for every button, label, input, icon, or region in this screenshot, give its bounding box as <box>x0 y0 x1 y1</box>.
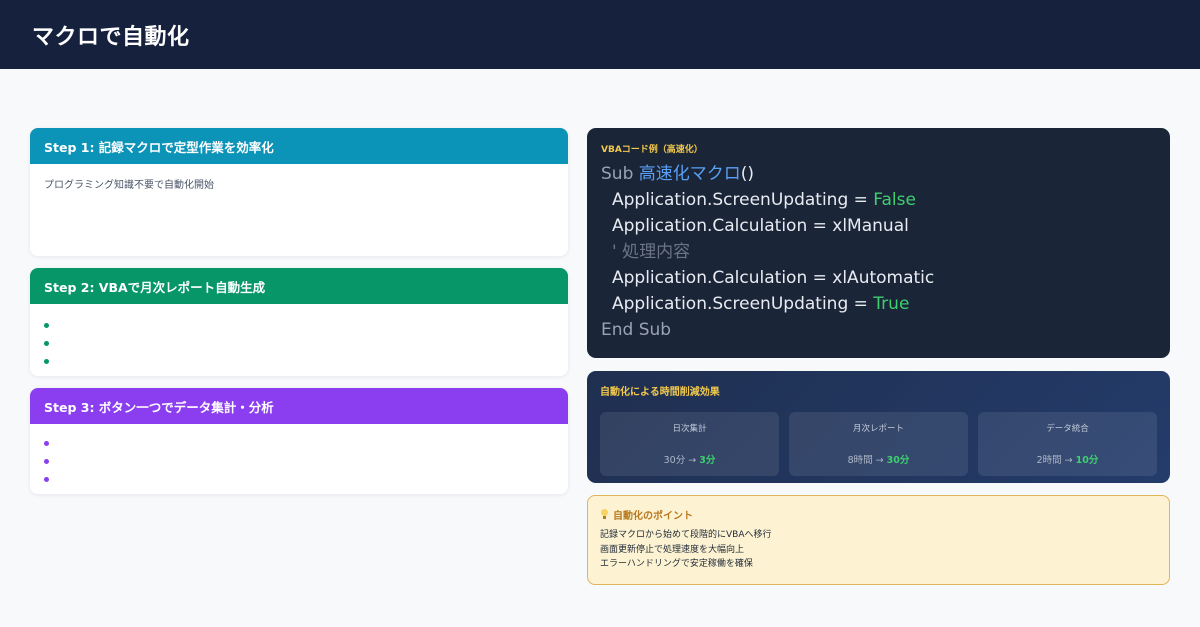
metric-value: 8時間 → 30分 <box>789 452 968 466</box>
code-function-name: 高速化マクロ <box>638 164 741 184</box>
list-item: 画面更新停止で処理速度を大幅向上 <box>600 544 745 555</box>
list-item: 記録マクロから始めて段階的にVBAへ移行 <box>600 530 772 540</box>
vba-code-card: VBAコード例（高速化） Sub 高速化マクロ() Application.Sc… <box>587 128 1170 358</box>
metric-after: 3分 <box>699 455 716 466</box>
code-text: Application.ScreenUpdating = <box>612 294 874 314</box>
metric-value: 2時間 → 10分 <box>978 452 1157 466</box>
code-line-sub: Sub 高速化マクロ() <box>601 161 1156 187</box>
points-title-text: 自動化のポイント <box>613 511 693 522</box>
metric-daily: 日次集計 30分 → 3分 <box>600 412 779 476</box>
code-comment: ' 処理内容 <box>612 242 691 262</box>
code-card-title: VBAコード例（高速化） <box>601 145 703 155</box>
step-description-1: プログラミング知識不要で自動化開始 <box>44 180 214 191</box>
step-card-2: Step 2: VBAで月次レポート自動生成 <box>30 268 568 376</box>
code-block: Sub 高速化マクロ() Application.ScreenUpdating … <box>601 161 1156 343</box>
code-parens: () <box>740 164 755 184</box>
metric-before: 8時間 <box>847 455 873 466</box>
arrow-right-icon: → <box>875 455 884 466</box>
metric-after: 10分 <box>1075 455 1099 466</box>
code-line-1: Application.ScreenUpdating = False <box>601 187 1156 213</box>
step-header-3: Step 3: ボタン一つでデータ集計・分析 <box>30 388 568 424</box>
time-savings-card: 自動化による時間削減効果 日次集計 30分 → 3分 月次レポート 8時間 → … <box>587 371 1170 483</box>
code-line-5: Application.ScreenUpdating = True <box>601 291 1156 317</box>
step-card-1: Step 1: 記録マクロで定型作業を効率化 プログラミング知識不要で自動化開始 <box>30 128 568 256</box>
list-item <box>44 354 554 372</box>
code-line-comment: ' 処理内容 <box>601 239 1156 265</box>
metric-monthly: 月次レポート 8時間 → 30分 <box>789 412 968 476</box>
list-item <box>44 336 554 354</box>
code-value: False <box>873 190 916 210</box>
step-header-1: Step 1: 記録マクロで定型作業を効率化 <box>30 128 568 164</box>
metric-value: 30分 → 3分 <box>600 452 779 466</box>
step-header-2: Step 2: VBAで月次レポート自動生成 <box>30 268 568 304</box>
automation-points-card: 自動化のポイント 記録マクロから始めて段階的にVBAへ移行 画面更新停止で処理速… <box>587 495 1170 585</box>
page-title: マクロで自動化 <box>32 25 190 50</box>
header-bar: マクロで自動化 <box>0 0 1200 69</box>
points-list: 記録マクロから始めて段階的にVBAへ移行 画面更新停止で処理速度を大幅向上 エラ… <box>600 528 1157 572</box>
list-item <box>44 436 554 454</box>
code-text: Application.ScreenUpdating = <box>612 190 874 210</box>
code-line-4: Application.Calculation = xlAutomatic <box>601 265 1156 291</box>
metric-before: 2時間 <box>1036 455 1062 466</box>
metrics-row: 日次集計 30分 → 3分 月次レポート 8時間 → 30分 データ統合 2時間… <box>600 412 1157 476</box>
arrow-right-icon: → <box>688 455 697 466</box>
metric-label: データ統合 <box>1046 424 1089 434</box>
code-keyword: Sub <box>601 164 634 184</box>
time-savings-title: 自動化による時間削減効果 <box>600 387 720 398</box>
list-item: エラーハンドリングで安定稼働を確保 <box>600 559 753 569</box>
step-card-3: Step 3: ボタン一つでデータ集計・分析 <box>30 388 568 494</box>
metric-label: 日次集計 <box>672 424 707 434</box>
code-line-2: Application.Calculation = xlManual <box>601 213 1156 239</box>
list-item <box>44 318 554 336</box>
metric-before: 30分 <box>663 455 686 466</box>
code-value: True <box>873 294 910 314</box>
metric-after: 30分 <box>886 455 910 466</box>
metric-label: 月次レポート <box>852 424 904 434</box>
metric-integration: データ統合 2時間 → 10分 <box>978 412 1157 476</box>
points-title: 自動化のポイント <box>600 507 1157 522</box>
step-bullet-list-3 <box>44 434 554 490</box>
step-bullet-list-2 <box>44 316 554 372</box>
code-text: Application.Calculation = xlManual <box>612 216 909 236</box>
code-line-end: End Sub <box>601 320 672 340</box>
code-text: Application.Calculation = xlAutomatic <box>612 268 935 288</box>
list-item <box>44 454 554 472</box>
arrow-right-icon: → <box>1064 455 1073 466</box>
list-item <box>44 472 554 490</box>
lightbulb-icon <box>600 509 609 520</box>
